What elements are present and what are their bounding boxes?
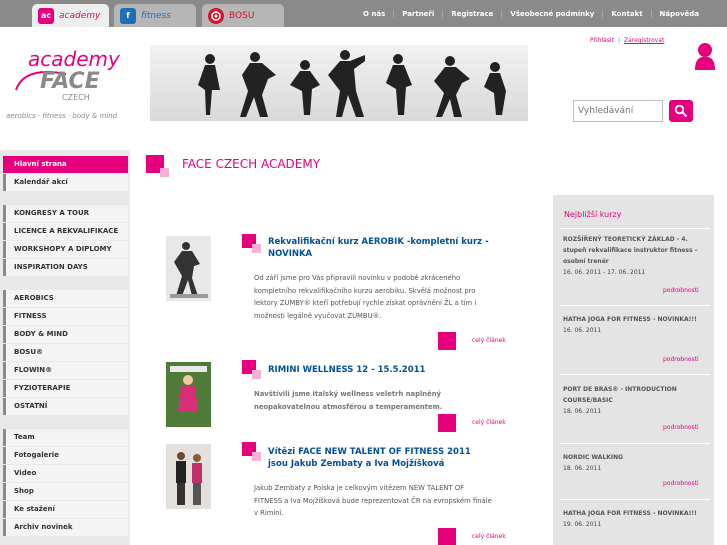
- search-icon: [674, 104, 688, 118]
- courses-divider: [560, 374, 710, 375]
- upcoming-courses-title: Nejbližší kurzy: [564, 210, 622, 219]
- svg-text:FACE: FACE: [40, 69, 100, 94]
- courses-divider: [560, 443, 710, 444]
- article-3-more-icon[interactable]: [438, 528, 456, 545]
- article-1-image[interactable]: [166, 236, 211, 301]
- tab-bosu-label: BOSU: [229, 10, 255, 21]
- sidebar-item-bosu[interactable]: BOSU®: [3, 344, 128, 361]
- article-1-more-link[interactable]: celý článek: [472, 337, 506, 344]
- page-title: FACE CZECH ACADEMY: [182, 157, 321, 171]
- header-banner-image: [150, 45, 528, 121]
- login-link[interactable]: Přihlásit: [590, 37, 614, 44]
- sidebar-item-shop[interactable]: Shop: [3, 483, 128, 500]
- sidebar-item-body-mind[interactable]: BODY & MIND: [3, 326, 128, 343]
- courses-divider: [560, 228, 710, 229]
- article-1-more-icon[interactable]: [438, 332, 456, 350]
- course-date: 16. 06. 2011: [563, 327, 602, 334]
- article-1-body: Od září jsme pro Vás připravili novinku …: [254, 274, 477, 320]
- sidebar-item-inspiration[interactable]: INSPIRATION DAYS: [3, 259, 128, 276]
- user-icon[interactable]: [694, 42, 716, 70]
- course-item[interactable]: PORT DE BRAS® - INTRODUCTION COURSE/BASI…: [563, 384, 709, 417]
- course-date: 18. 06. 2011: [563, 408, 602, 415]
- sidebar-item-team[interactable]: Team: [3, 429, 128, 446]
- course-detail-link[interactable]: podrobnosti: [663, 356, 699, 363]
- course-date: 19. 06. 2011: [563, 521, 602, 528]
- sidebar-item-other[interactable]: OSTATNÍ: [3, 398, 128, 415]
- article-2-more-link[interactable]: celý článek: [472, 419, 506, 426]
- sidebar-item-physio[interactable]: FYZIOTERAPIE: [3, 380, 128, 397]
- nav-about[interactable]: O nás: [355, 10, 393, 18]
- bosu-badge-icon: [208, 7, 224, 24]
- courses-divider: [560, 499, 710, 500]
- sidebar-item-gallery[interactable]: Fotogalerie: [3, 447, 128, 464]
- academy-badge-icon: ac: [38, 7, 54, 24]
- tab-fitness[interactable]: f fitness: [114, 4, 196, 27]
- course-title: ROZŠÍŘENÝ TEORETICKÝ ZÁKLAD - 4. stupeň …: [563, 236, 698, 265]
- sidebar-item-archive[interactable]: Archiv novinek: [3, 519, 128, 536]
- tab-academy[interactable]: ac academy: [32, 4, 109, 27]
- sidebar-item-flowin[interactable]: FLOWIN®: [3, 362, 128, 379]
- auth-links: Přihlásit | Zaregistrovat: [590, 37, 664, 44]
- sidebar-item-video[interactable]: Video: [3, 465, 128, 482]
- register-link[interactable]: Zaregistrovat: [624, 37, 664, 44]
- tab-academy-label: academy: [59, 10, 101, 21]
- search-button[interactable]: [669, 100, 693, 122]
- svg-text:aerobics · fitness · body & mi: aerobics · fitness · body & mind: [6, 112, 118, 120]
- nav-registration[interactable]: Registrace: [442, 9, 501, 18]
- search-input[interactable]: [573, 100, 663, 122]
- sidebar-item-congresses[interactable]: KONGRESY A TOUR: [3, 205, 128, 222]
- course-item[interactable]: HATHA JOGA FOR FITNESS - NOVINKA!!! 16. …: [563, 314, 709, 336]
- article-1-title[interactable]: Rekvalifikační kurz AEROBIK -kompletní k…: [268, 236, 490, 260]
- sidebar-item-home[interactable]: Hlavní strana: [3, 156, 128, 173]
- course-title: PORT DE BRAS® - INTRODUCTION COURSE/BASI…: [563, 386, 677, 404]
- course-detail-link[interactable]: podrobnosti: [663, 287, 699, 294]
- course-item[interactable]: NORDIC WALKING 18. 06. 2011: [563, 452, 709, 474]
- courses-divider: [560, 305, 710, 306]
- course-title: NORDIC WALKING: [563, 454, 624, 461]
- sidebar-item-aerobics[interactable]: AEROBICS: [3, 290, 128, 307]
- course-date: 18. 06. 2011: [563, 465, 602, 472]
- article-3-more-link[interactable]: celý článek: [472, 533, 506, 540]
- svg-text:academy: academy: [28, 47, 121, 71]
- auth-separator: |: [617, 37, 620, 44]
- svg-text:CZECH: CZECH: [62, 93, 90, 102]
- course-date: 16. 06. 2011 - 17. 06. 2011: [563, 269, 646, 276]
- course-title: HATHA JOGA FOR FITNESS - NOVINKA!!!: [563, 510, 697, 517]
- nav-partners[interactable]: Partneři: [393, 9, 442, 18]
- course-item[interactable]: HATHA JOGA FOR FITNESS - NOVINKA!!! 19. …: [563, 508, 709, 530]
- sidebar-item-workshops[interactable]: WORKSHOPY A DIPLOMY: [3, 241, 128, 258]
- fitness-badge-icon: f: [120, 7, 136, 24]
- nav-help[interactable]: Nápověda: [650, 9, 707, 18]
- article-1-marker-accent: [252, 244, 261, 253]
- article-2-title[interactable]: RIMINI WELLNESS 12 - 15.5.2011: [268, 364, 490, 376]
- course-detail-link[interactable]: podrobnosti: [663, 480, 699, 487]
- top-navigation: O nás Partneři Registrace Všeobecné podm…: [355, 0, 707, 27]
- course-title: HATHA JOGA FOR FITNESS - NOVINKA!!!: [563, 316, 697, 323]
- nav-terms[interactable]: Všeobecné podmínky: [501, 9, 602, 18]
- article-3-title[interactable]: Vítězi FACE NEW TALENT OF FITNESS 2011 j…: [268, 446, 490, 470]
- sidebar-item-fitness[interactable]: FITNESS: [3, 308, 128, 325]
- article-3-image[interactable]: [166, 444, 211, 509]
- article-2-image[interactable]: [166, 362, 211, 427]
- sidebar-item-licences[interactable]: LICENCE A REKVALIFIKACE: [3, 223, 128, 240]
- article-2-more-icon[interactable]: [438, 414, 456, 432]
- article-3-body: Jakub Zembaty z Polska je celkovým vítěz…: [254, 484, 492, 517]
- sidebar-item-calendar[interactable]: Kalendář akcí: [3, 174, 128, 191]
- course-detail-link[interactable]: podrobnosti: [663, 424, 699, 431]
- tab-bosu[interactable]: BOSU: [202, 4, 284, 27]
- heading-square-accent: [160, 168, 169, 177]
- sidebar-item-downloads[interactable]: Ke stažení: [3, 501, 128, 518]
- course-item[interactable]: ROZŠÍŘENÝ TEORETICKÝ ZÁKLAD - 4. stupeň …: [563, 234, 709, 278]
- article-2-marker-accent: [252, 370, 261, 379]
- logo[interactable]: academy FACE CZECH aerobics · fitness · …: [6, 46, 126, 122]
- article-3-marker-accent: [252, 452, 261, 461]
- article-2-body: Navštívili jsme italský wellness veletrh…: [254, 390, 443, 411]
- nav-contact[interactable]: Kontakt: [602, 9, 650, 18]
- tab-fitness-label: fitness: [141, 10, 171, 21]
